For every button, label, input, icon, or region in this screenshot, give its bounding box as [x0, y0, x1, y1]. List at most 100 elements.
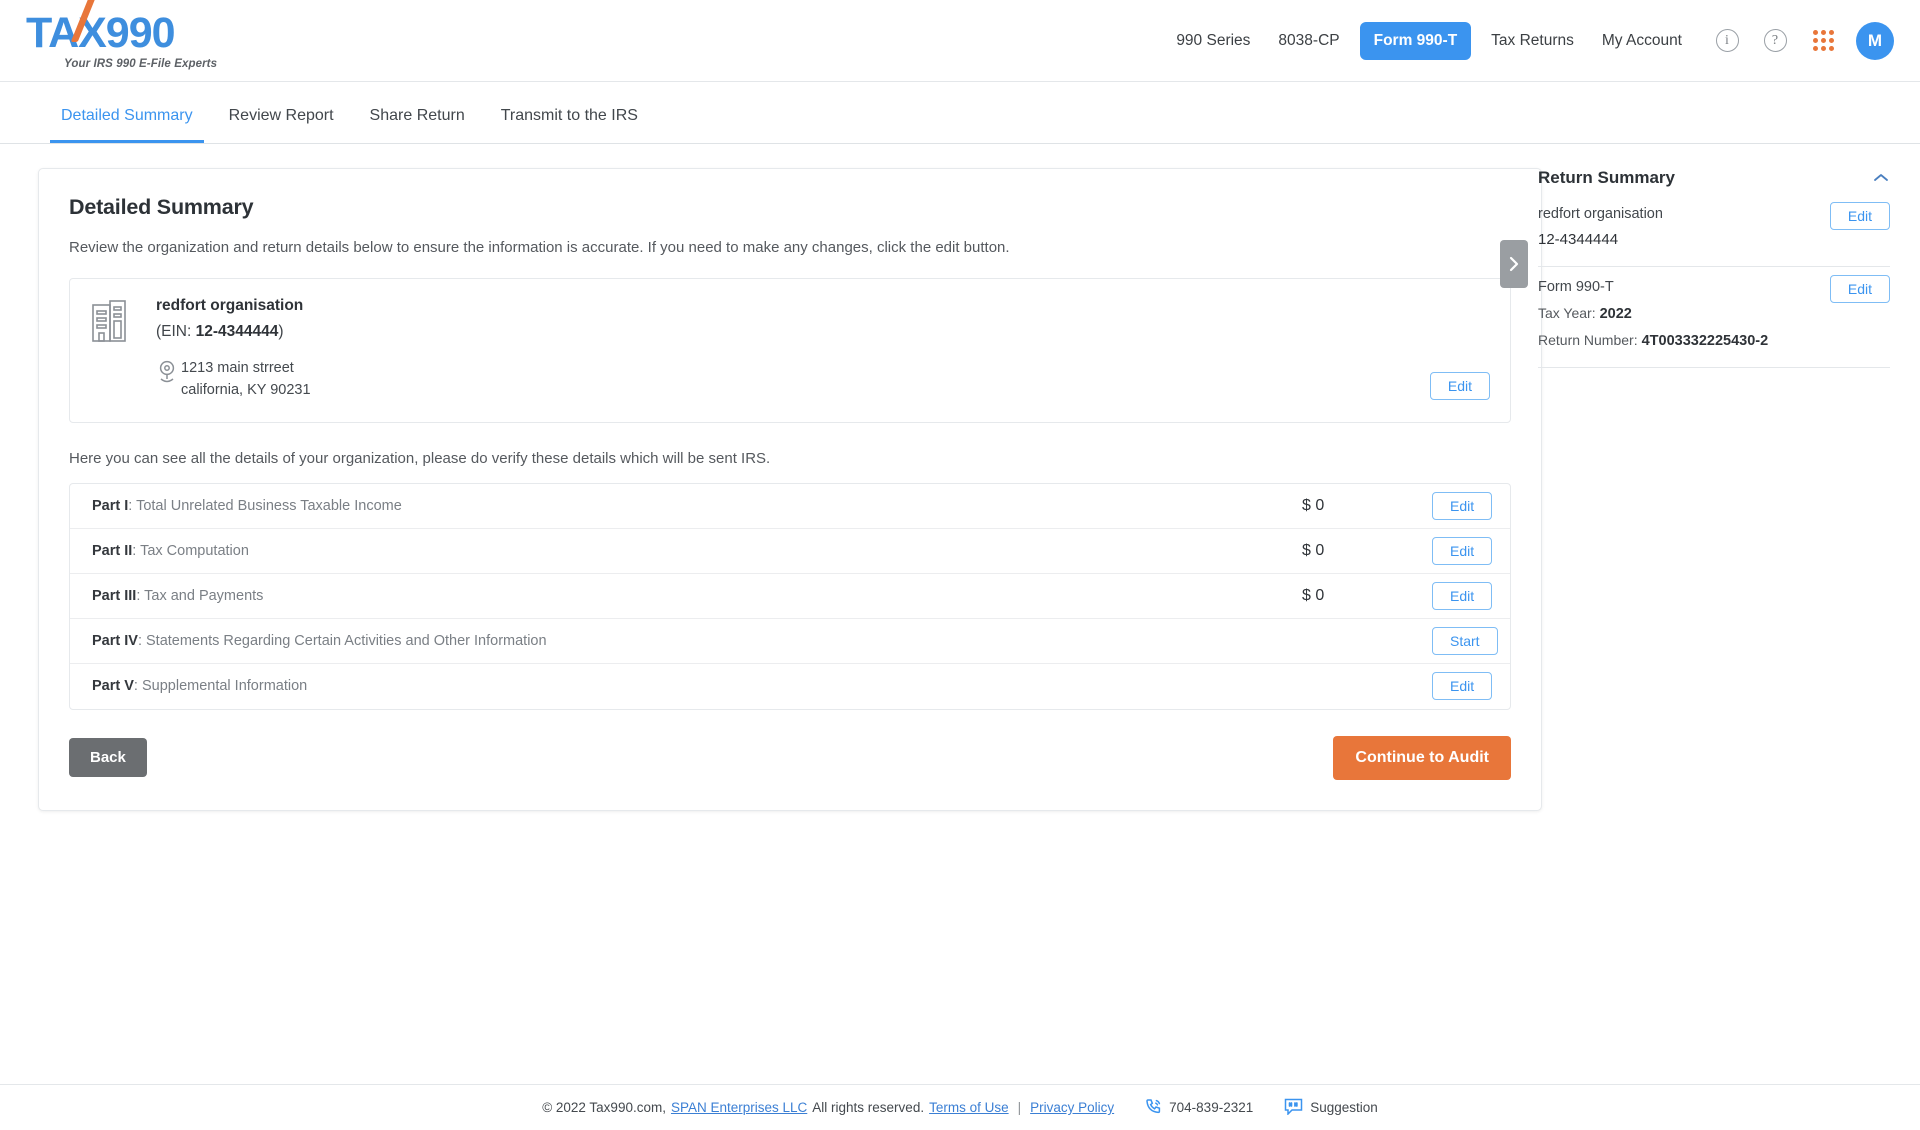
part-amount: $ 0 [1282, 587, 1432, 605]
location-pin-icon [156, 358, 178, 391]
footer-terms-link[interactable]: Terms of Use [929, 1100, 1009, 1115]
nav-form-990t[interactable]: Form 990-T [1360, 22, 1472, 60]
table-row: Part I: Total Unrelated Business Taxable… [70, 484, 1510, 529]
footer-copyright: © 2022 Tax990.com, [542, 1100, 666, 1115]
part-title: Tax Computation [140, 543, 249, 559]
quote-bubble-icon [1284, 1098, 1303, 1118]
summary-organization-block: redfort organisation 12-4344444 Edit [1538, 194, 1890, 267]
nav-8038-cp[interactable]: 8038-CP [1264, 23, 1353, 59]
continue-to-audit-button[interactable]: Continue to Audit [1333, 736, 1511, 780]
organization-address: 1213 main strreet california, KY 90231 [181, 358, 311, 402]
footer-phone[interactable]: 704-839-2321 [1145, 1098, 1253, 1118]
part-title: Supplemental Information [142, 678, 307, 694]
phone-icon [1145, 1098, 1162, 1118]
footer-separator: | [1018, 1100, 1022, 1115]
footer-suggestion[interactable]: Suggestion [1284, 1098, 1378, 1118]
chevron-up-icon[interactable] [1872, 169, 1890, 187]
return-summary-header: Return Summary [1538, 168, 1890, 194]
tab-share-return[interactable]: Share Return [359, 107, 476, 143]
brand-logo[interactable]: TAX990 Your IRS 990 E-File Experts [26, 10, 217, 72]
app-root: TAX990 Your IRS 990 E-File Experts 990 S… [0, 0, 1920, 1130]
address-line-2: california, KY 90231 [181, 380, 311, 402]
return-summary-panel: Return Summary redfort organisation 12-4… [1538, 168, 1920, 368]
avatar[interactable]: M [1856, 22, 1894, 60]
part-title: Tax and Payments [144, 588, 263, 604]
ein-close: ) [278, 323, 283, 340]
footer-rights: All rights reserved. [812, 1100, 924, 1115]
detailed-summary-card: Detailed Summary Review the organization… [38, 168, 1542, 811]
apps-grid-icon[interactable] [1806, 24, 1840, 58]
part-amount: $ 0 [1282, 542, 1432, 560]
part-separator: : [132, 543, 140, 559]
help-icon[interactable]: ? [1758, 24, 1792, 58]
summary-form-edit-button[interactable]: Edit [1830, 275, 1890, 303]
top-navigation-bar: TAX990 Your IRS 990 E-File Experts 990 S… [0, 0, 1920, 82]
organization-name: redfort organisation [156, 297, 1490, 315]
main-column: Detailed Summary Review the organization… [0, 168, 1530, 811]
return-number-label: Return Number: [1538, 332, 1638, 348]
footer-company-link[interactable]: SPAN Enterprises LLC [671, 1100, 807, 1115]
return-summary-title: Return Summary [1538, 168, 1675, 188]
nav-990-series[interactable]: 990 Series [1162, 23, 1264, 59]
part-label: Part III: Tax and Payments [92, 588, 1282, 604]
part-separator: : [136, 588, 144, 604]
part-action-button[interactable]: Edit [1432, 582, 1492, 610]
address-line-1: 1213 main strreet [181, 358, 311, 380]
parts-list: Part I: Total Unrelated Business Taxable… [69, 483, 1511, 710]
table-row: Part V: Supplemental Information Edit [70, 664, 1510, 709]
part-action-button[interactable]: Edit [1432, 537, 1492, 565]
table-row: Part IV: Statements Regarding Certain Ac… [70, 619, 1510, 664]
top-nav-links: 990 Series 8038-CP Form 990-T Tax Return… [1162, 22, 1894, 60]
page-body: Detailed Summary Review the organization… [0, 144, 1920, 1084]
ein-value: 12-4344444 [196, 323, 279, 340]
part-number: Part I [92, 498, 128, 514]
part-number: Part IV [92, 633, 138, 649]
footer-suggestion-label: Suggestion [1310, 1100, 1378, 1115]
page-footer: © 2022 Tax990.com, SPAN Enterprises LLC … [0, 1084, 1920, 1130]
part-separator: : [134, 678, 142, 694]
part-action-button[interactable]: Start [1432, 627, 1498, 655]
summary-form-block: Form 990-T Edit Tax Year:2022 Return Num… [1538, 267, 1890, 368]
page-title: Detailed Summary [69, 195, 1511, 220]
tab-transmit-to-the-irs[interactable]: Transmit to the IRS [490, 107, 649, 143]
nav-my-account[interactable]: My Account [1588, 23, 1696, 59]
part-action-button[interactable]: Edit [1432, 492, 1492, 520]
tax-year-value: 2022 [1600, 306, 1632, 322]
building-icon [90, 297, 156, 350]
part-label: Part I: Total Unrelated Business Taxable… [92, 498, 1282, 514]
part-label: Part V: Supplemental Information [92, 678, 1282, 694]
card-action-bar: Back Continue to Audit [69, 736, 1511, 780]
part-amount: $ 0 [1282, 497, 1432, 515]
table-row: Part III: Tax and Payments $ 0 Edit [70, 574, 1510, 619]
part-separator: : [128, 498, 136, 514]
ein-label: (EIN: [156, 323, 196, 340]
tab-review-report[interactable]: Review Report [218, 107, 345, 143]
nav-tax-returns[interactable]: Tax Returns [1477, 23, 1588, 59]
footer-phone-number: 704-839-2321 [1169, 1100, 1253, 1115]
part-title: Total Unrelated Business Taxable Income [136, 498, 402, 514]
part-action-button[interactable]: Edit [1432, 672, 1492, 700]
summary-organization-edit-button[interactable]: Edit [1830, 202, 1890, 230]
part-separator: : [138, 633, 146, 649]
workflow-tabs: Detailed Summary Review Report Share Ret… [0, 82, 1920, 144]
info-icon[interactable]: i [1710, 24, 1744, 58]
tab-detailed-summary[interactable]: Detailed Summary [50, 107, 204, 143]
tax-year-label: Tax Year: [1538, 305, 1596, 321]
logo-tagline: Your IRS 990 E-File Experts [64, 58, 217, 70]
table-row: Part II: Tax Computation $ 0 Edit [70, 529, 1510, 574]
chevron-right-icon[interactable] [1500, 240, 1528, 288]
back-button[interactable]: Back [69, 738, 147, 777]
logo-wordmark: TAX990 [26, 12, 217, 55]
part-title: Statements Regarding Certain Activities … [146, 633, 547, 649]
summary-tax-year: Tax Year:2022 [1538, 305, 1890, 322]
organization-card: redfort organisation (EIN: 12-4344444) [69, 278, 1511, 423]
organization-ein: (EIN: 12-4344444) [156, 323, 1490, 341]
return-number-value: 4T003332225430-2 [1642, 333, 1769, 349]
organization-details: redfort organisation (EIN: 12-4344444) [156, 297, 1490, 402]
summary-organization-ein: 12-4344444 [1538, 231, 1890, 248]
summary-return-number: Return Number:4T003332225430-2 [1538, 332, 1890, 349]
part-number: Part III [92, 588, 136, 604]
footer-privacy-link[interactable]: Privacy Policy [1030, 1100, 1114, 1115]
organization-edit-button[interactable]: Edit [1430, 372, 1490, 400]
part-label: Part II: Tax Computation [92, 543, 1282, 559]
